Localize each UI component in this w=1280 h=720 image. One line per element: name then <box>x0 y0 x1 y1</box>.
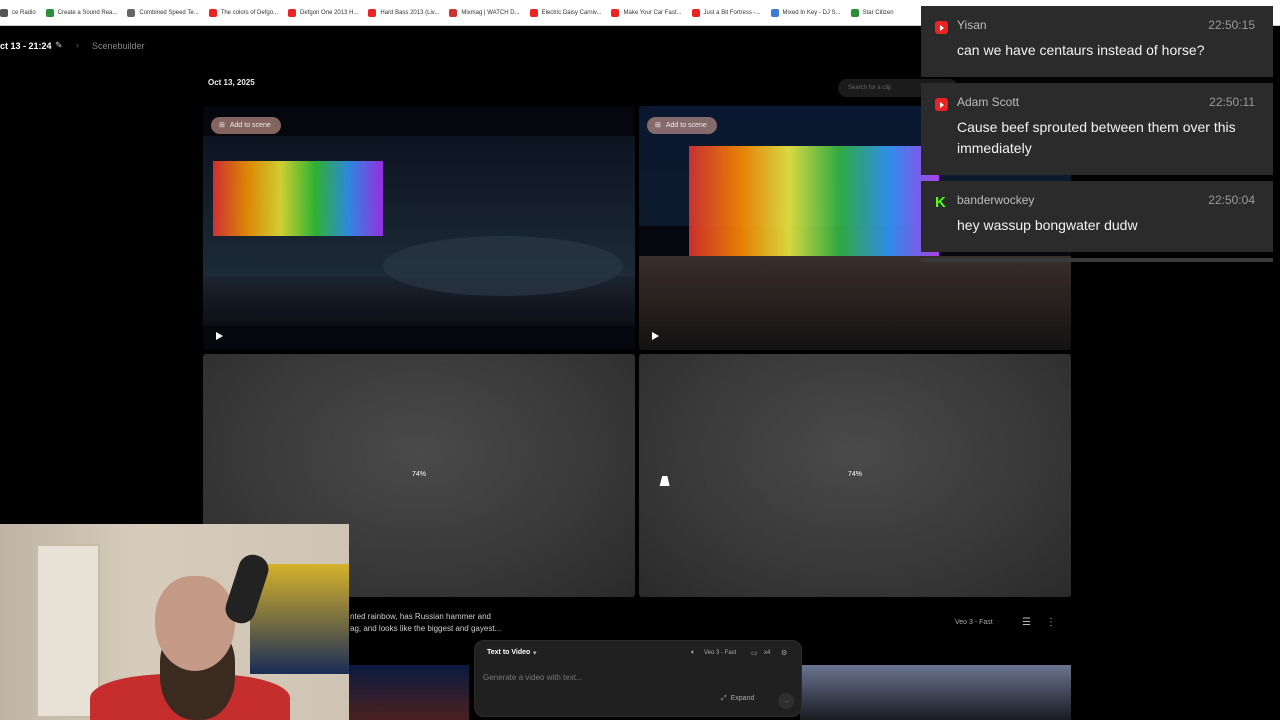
prompt-description: nted rainbow, has Russian hammer and ag,… <box>350 611 550 635</box>
bookmark-favicon-icon <box>368 8 377 17</box>
add-to-scene-label: Add to scene <box>229 122 271 129</box>
bookmark-label: Make Your Car Fast... <box>623 9 682 16</box>
kick-icon: K <box>935 194 946 211</box>
prompt-input[interactable] <box>481 669 795 685</box>
chat-message: Yisan 22:50:15 can we have centaurs instea… <box>921 6 1273 77</box>
settings-tune-icon[interactable]: ⚙︎ <box>781 649 787 657</box>
bookmark-item[interactable]: Make Your Car Fast... <box>611 8 682 17</box>
bookmark-item[interactable]: The colors of Defgo... <box>208 8 279 17</box>
send-button[interactable]: → <box>778 693 794 709</box>
bookmark-favicon-icon <box>208 8 217 17</box>
chat-text: Cause beef sprouted between them over th… <box>957 119 1236 156</box>
bookmark-favicon-icon <box>850 8 859 17</box>
arrow-right-icon: → <box>782 696 790 705</box>
chevron-right-icon: › <box>76 40 79 50</box>
bookmark-item[interactable]: Combined Speed Te... <box>127 8 199 17</box>
generating-clip-2: 74% <box>639 354 1071 597</box>
webcam-overlay <box>0 524 349 720</box>
bookmark-item[interactable]: Create a Sound Rea... <box>45 8 118 17</box>
bookmark-label: ce Radio <box>12 9 36 16</box>
project-title[interactable]: ct 13 - 21:24 <box>0 41 52 51</box>
model-label: Veo 3 - Fast <box>955 619 993 626</box>
scene-pond <box>383 236 623 296</box>
bookmark-item[interactable]: Just a Bit Fortress -... <box>691 8 761 17</box>
bookmark-item[interactable]: Defgon One 2013 H... <box>288 8 359 17</box>
bookmark-favicon-icon <box>45 8 54 17</box>
bookmark-favicon-icon <box>529 8 538 17</box>
bookmark-label: Create a Sound Rea... <box>57 9 118 16</box>
chat-divider <box>921 258 1273 262</box>
youtube-icon <box>935 21 948 34</box>
prompt-description-line: nted rainbow, has Russian hammer and <box>350 612 491 621</box>
bookmark-item[interactable]: Mixmag | WATCH D... <box>449 8 520 17</box>
pencil-icon[interactable]: ✎ <box>55 40 63 51</box>
webcam-head <box>155 576 235 671</box>
bookmark-favicon-icon <box>288 8 297 17</box>
bookmark-favicon-icon <box>611 8 620 17</box>
add-scene-icon: ⊞ <box>655 122 661 129</box>
bookmark-label: Defgon One 2013 H... <box>300 9 359 16</box>
clip-thumbnail-3[interactable] <box>349 665 469 720</box>
more-vertical-icon[interactable]: ⋮ <box>1046 617 1056 628</box>
bookmark-label: The colors of Defgo... <box>220 9 279 16</box>
progress-label: 74% <box>411 471 426 478</box>
chat-text: hey wassup bongwater dudw <box>957 217 1138 233</box>
chat-timestamp: 22:50:04 <box>1208 193 1255 207</box>
bookmark-favicon-icon <box>127 8 136 17</box>
bookmark-label: Star Citizen <box>862 9 894 16</box>
output-count[interactable]: x4 <box>764 650 770 656</box>
bookmark-favicon-icon <box>691 8 700 17</box>
add-to-scene-button[interactable]: ⊞ Add to scene <box>647 117 717 134</box>
breadcrumb[interactable]: Scenebuilder <box>92 41 145 51</box>
bookmark-item[interactable]: ce Radio <box>0 8 36 17</box>
clip-thumbnail-4[interactable] <box>800 665 1071 720</box>
bookmark-item[interactable]: Electric Daisy Carniv... <box>529 8 602 17</box>
prompt-description-line: ag, and looks like the biggest and gayes… <box>350 624 502 633</box>
chevron-down-icon[interactable]: ▾ <box>533 649 537 657</box>
list-icon[interactable]: ☰ <box>1022 617 1031 628</box>
bookmark-label: Mixmag | WATCH D... <box>461 9 520 16</box>
aspect-ratio-icon[interactable]: ▭ <box>751 649 758 657</box>
bookmark-label: Just a Bit Fortress -... <box>703 9 761 16</box>
bookmark-label: Electric Daisy Carniv... <box>541 9 602 16</box>
scene-building <box>213 161 383 236</box>
chat-overlay: Yisan 22:50:15 can we have centaurs instea… <box>921 6 1273 262</box>
bookmark-favicon-icon <box>770 8 779 17</box>
webcam-door <box>36 544 100 718</box>
expand-button[interactable]: ⤢ Expand <box>721 695 754 703</box>
add-to-scene-button[interactable]: ⊞ Add to scene <box>211 117 281 134</box>
play-icon[interactable] <box>216 332 223 340</box>
chat-timestamp: 22:50:11 <box>1209 95 1255 109</box>
expand-label: Expand <box>730 695 755 702</box>
chat-text: can we have centaurs instead of horse? <box>957 42 1205 58</box>
bookmark-item[interactable]: Mixed In Key - DJ S... <box>770 8 841 17</box>
audio-icon[interactable]: 🔈︎ <box>691 649 695 657</box>
play-icon[interactable] <box>652 332 659 340</box>
bookmark-label: Mixed In Key - DJ S... <box>782 9 841 16</box>
chat-message: Kbanderwockey 22:50:04 hey wassup bongwate… <box>921 181 1273 252</box>
mode-select[interactable]: Text to Video <box>487 649 530 656</box>
bookmark-label: Hard Bass 2013 (Liv... <box>380 9 440 16</box>
bookmark-label: Combined Speed Te... <box>139 9 199 16</box>
chat-timestamp: 22:50:15 <box>1208 18 1255 32</box>
add-to-scene-label: Add to scene <box>665 122 707 129</box>
add-scene-icon: ⊞ <box>219 122 225 129</box>
model-select[interactable]: Veo 3 - Fast <box>704 650 736 656</box>
clip-thumbnail-1[interactable]: ⊞ Add to scene <box>203 106 635 350</box>
progress-label: 74% <box>847 471 862 478</box>
bookmark-item[interactable]: Star Citizen <box>850 8 894 17</box>
expand-icon: ⤢ <box>721 695 727 702</box>
bookmark-item[interactable]: Hard Bass 2013 (Liv... <box>368 8 440 17</box>
bookmark-favicon-icon <box>449 8 458 17</box>
bookmark-favicon-icon <box>0 8 8 17</box>
prompt-composer: Text to Video ▾ 🔈︎ Veo 3 - Fast ▭ x4 ⚙︎ … <box>474 640 802 717</box>
date-label: Oct 13, 2025 <box>208 78 255 87</box>
scene-ground <box>639 256 1071 350</box>
scene-building <box>689 146 939 256</box>
youtube-icon <box>935 98 948 111</box>
chat-message: Adam Scott 22:50:11 Cause beef sprouted be… <box>921 83 1273 175</box>
